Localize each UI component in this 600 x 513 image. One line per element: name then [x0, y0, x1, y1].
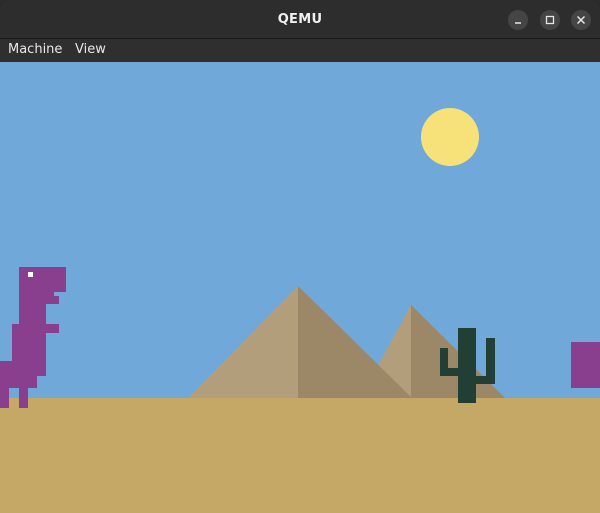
- maximize-icon: [545, 15, 555, 25]
- close-button[interactable]: [571, 10, 591, 30]
- title-bar[interactable]: QEMU: [0, 0, 600, 39]
- minimize-icon: [515, 22, 521, 24]
- maximize-button[interactable]: [540, 10, 560, 30]
- sand-ground: [0, 398, 600, 513]
- obstacle: [571, 342, 600, 388]
- menu-bar: Machine View: [0, 39, 600, 62]
- game-canvas: [0, 62, 600, 513]
- menu-machine[interactable]: Machine: [8, 39, 62, 62]
- sun: [421, 108, 479, 166]
- qemu-window: QEMU Machine View: [0, 0, 600, 513]
- game-screen[interactable]: [0, 62, 600, 513]
- minimize-button[interactable]: [508, 10, 528, 30]
- menu-view[interactable]: View: [75, 39, 106, 62]
- close-icon: [576, 15, 586, 25]
